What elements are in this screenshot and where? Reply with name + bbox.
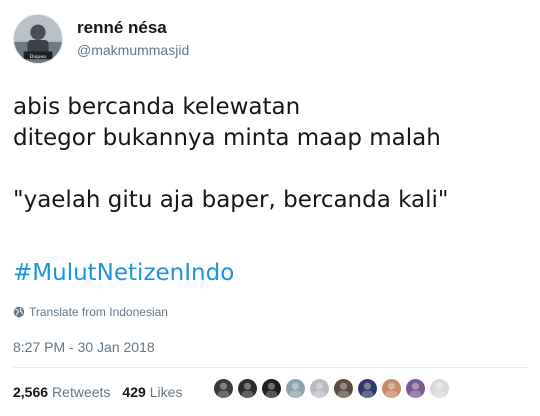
avatar-badge: Dispeo <box>30 54 46 60</box>
liker-avatar[interactable] <box>405 378 426 399</box>
divider <box>13 367 528 368</box>
liker-avatar[interactable] <box>261 378 282 399</box>
hashtag-link[interactable]: #MulutNetizenIndo <box>13 260 234 286</box>
avatar-image: Dispeo <box>14 15 62 63</box>
likes-label: Likes <box>149 384 183 400</box>
tweet-line: "yaelah gitu aja baper, bercanda kali" <box>13 187 449 213</box>
tweet-text: abis bercanda kelewatan ditegor bukannya… <box>13 92 528 216</box>
display-name[interactable]: renné nésa <box>77 18 167 38</box>
liker-avatar[interactable] <box>213 378 234 399</box>
liker-avatar[interactable] <box>285 378 306 399</box>
tweet-line-gap <box>13 154 528 185</box>
translate-link[interactable]: Translate from Indonesian <box>13 305 168 319</box>
tweet-line: ditegor bukannya minta maap malah <box>13 125 441 151</box>
retweets-count: 2,566 <box>13 384 49 400</box>
liker-avatar[interactable] <box>429 378 450 399</box>
liker-avatar[interactable] <box>357 378 378 399</box>
liker-avatar[interactable] <box>333 378 354 399</box>
translate-label: Translate from Indonesian <box>29 305 168 319</box>
liker-avatar[interactable] <box>381 378 402 399</box>
tweet-stats: 2,566 Retweets 429 Likes <box>13 384 194 400</box>
avatar[interactable]: Dispeo <box>13 14 63 64</box>
username[interactable]: @makmummasjid <box>77 42 189 58</box>
globe-icon <box>13 306 25 318</box>
retweets-stat[interactable]: 2,566 Retweets <box>13 384 110 400</box>
likes-stat[interactable]: 429 Likes <box>122 384 182 400</box>
liker-avatar[interactable] <box>309 378 330 399</box>
likes-count: 429 <box>122 384 146 400</box>
liker-avatars <box>213 378 453 399</box>
tweet-line: abis bercanda kelewatan <box>13 94 301 120</box>
liker-avatar[interactable] <box>237 378 258 399</box>
retweets-label: Retweets <box>52 384 111 400</box>
tweet-card: Dispeo renné nésa @makmummasjid abis ber… <box>0 0 540 416</box>
tweet-timestamp[interactable]: 8:27 PM - 30 Jan 2018 <box>13 339 155 355</box>
